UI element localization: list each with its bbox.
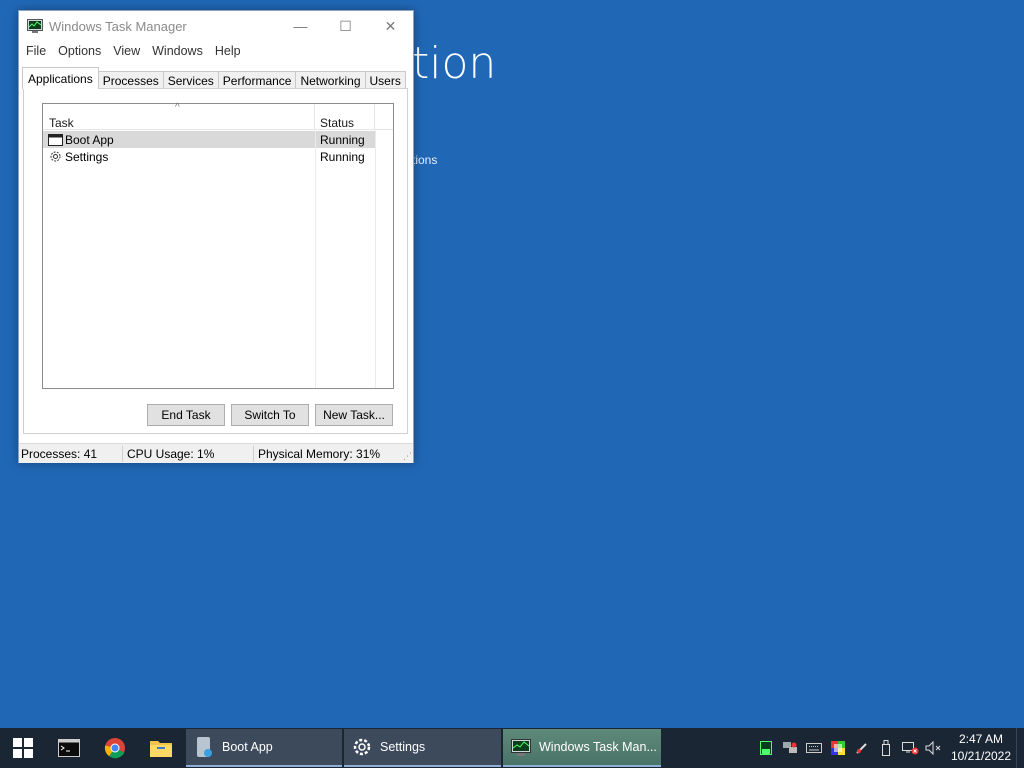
applications-panel: ^ Task Status Boot App Running Settings … — [23, 88, 408, 434]
end-task-button[interactable]: End Task — [147, 404, 225, 426]
tab-strip: Applications Processes Services Performa… — [22, 67, 406, 89]
task-name: Boot App — [65, 132, 114, 147]
menu-file[interactable]: File — [22, 44, 54, 58]
task-status: Running — [320, 132, 365, 147]
column-divider — [375, 130, 376, 388]
processes-count: Processes: 41 — [19, 445, 123, 462]
usb-icon[interactable] — [874, 728, 898, 768]
menu-view[interactable]: View — [109, 44, 148, 58]
title-bar[interactable]: Windows Task Manager — ☐ ✕ — [19, 11, 413, 41]
minimize-button[interactable]: — — [278, 11, 323, 41]
terminal-icon[interactable] — [46, 728, 92, 768]
task-name: Settings — [65, 149, 109, 164]
taskbar-app-label: Windows Task Man... — [539, 740, 657, 754]
column-header-status[interactable]: Status — [315, 104, 375, 130]
column-header-task[interactable]: ^ Task — [43, 102, 315, 130]
tab-networking[interactable]: Networking — [295, 71, 366, 89]
system-tray: 2:47 AM 10/21/2022 — [754, 728, 1024, 768]
cpu-usage: CPU Usage: 1% — [123, 445, 254, 462]
tab-performance[interactable]: Performance — [217, 71, 297, 89]
background-app-title: tion — [412, 38, 497, 89]
menu-help[interactable]: Help — [211, 44, 249, 58]
column-divider — [315, 130, 316, 388]
resize-grip-icon[interactable]: ⋰ — [403, 451, 412, 462]
maximize-button[interactable]: ☐ — [323, 11, 368, 41]
chrome-icon[interactable] — [92, 728, 138, 768]
keyboard-icon[interactable] — [802, 728, 826, 768]
task-list[interactable]: ^ Task Status Boot App Running Settings … — [42, 102, 394, 389]
close-button[interactable]: ✕ — [368, 11, 413, 41]
gear-icon — [47, 150, 63, 164]
status-bar: Processes: 41 CPU Usage: 1% Physical Mem… — [19, 443, 413, 463]
pen-icon[interactable] — [850, 728, 874, 768]
file-explorer-icon[interactable] — [138, 728, 184, 768]
sort-ascending-icon: ^ — [175, 102, 180, 113]
cpu-meter-icon[interactable] — [754, 728, 778, 768]
task-manager-icon — [503, 738, 539, 756]
task-row-settings[interactable]: Settings Running — [43, 148, 393, 165]
taskbar: Boot App Settings Windows Task Man... 2:… — [0, 728, 1024, 768]
windows-start-icon[interactable] — [0, 728, 46, 768]
volume-muted-icon[interactable] — [922, 728, 946, 768]
boot-app-icon — [186, 736, 222, 758]
menu-options[interactable]: Options — [54, 44, 109, 58]
task-row-boot-app[interactable]: Boot App Running — [43, 131, 375, 148]
tab-processes[interactable]: Processes — [97, 71, 164, 89]
taskbar-app-label: Settings — [380, 740, 426, 754]
background-app-subtitle: tions — [412, 153, 438, 167]
taskbar-app-boot-app[interactable]: Boot App — [186, 729, 342, 767]
taskbar-app-label: Boot App — [222, 740, 273, 754]
show-desktop-button[interactable] — [1016, 728, 1024, 768]
clock-date: 10/21/2022 — [950, 749, 1012, 763]
menu-windows[interactable]: Windows — [148, 44, 211, 58]
taskbar-app-settings[interactable]: Settings — [344, 729, 501, 767]
network-disconnected-icon[interactable] — [898, 728, 922, 768]
tab-users[interactable]: Users — [364, 71, 406, 89]
new-task-button[interactable]: New Task... — [315, 404, 393, 426]
taskbar-app-task-manager[interactable]: Windows Task Man... — [503, 729, 661, 767]
gear-icon — [344, 737, 380, 757]
tab-services[interactable]: Services — [162, 71, 219, 89]
taskbar-clock[interactable]: 2:47 AM 10/21/2022 — [946, 731, 1016, 765]
tab-applications[interactable]: Applications — [22, 67, 99, 89]
list-header: ^ Task Status — [43, 102, 393, 130]
task-status: Running — [320, 149, 365, 164]
task-manager-icon — [27, 19, 43, 33]
switch-to-button[interactable]: Switch To — [231, 404, 309, 426]
window-body: Applications Processes Services Performa… — [19, 61, 413, 447]
clock-time: 2:47 AM — [958, 732, 1004, 746]
window-title: Windows Task Manager — [49, 18, 187, 34]
window-icon — [47, 133, 63, 147]
menu-bar: File Options View Windows Help — [19, 41, 413, 61]
network-icon[interactable] — [778, 728, 802, 768]
physical-memory: Physical Memory: 31% — [258, 446, 381, 461]
display-icon[interactable] — [826, 728, 850, 768]
column-header-task-label: Task — [49, 116, 74, 130]
task-manager-window: Windows Task Manager — ☐ ✕ File Options … — [18, 10, 414, 463]
